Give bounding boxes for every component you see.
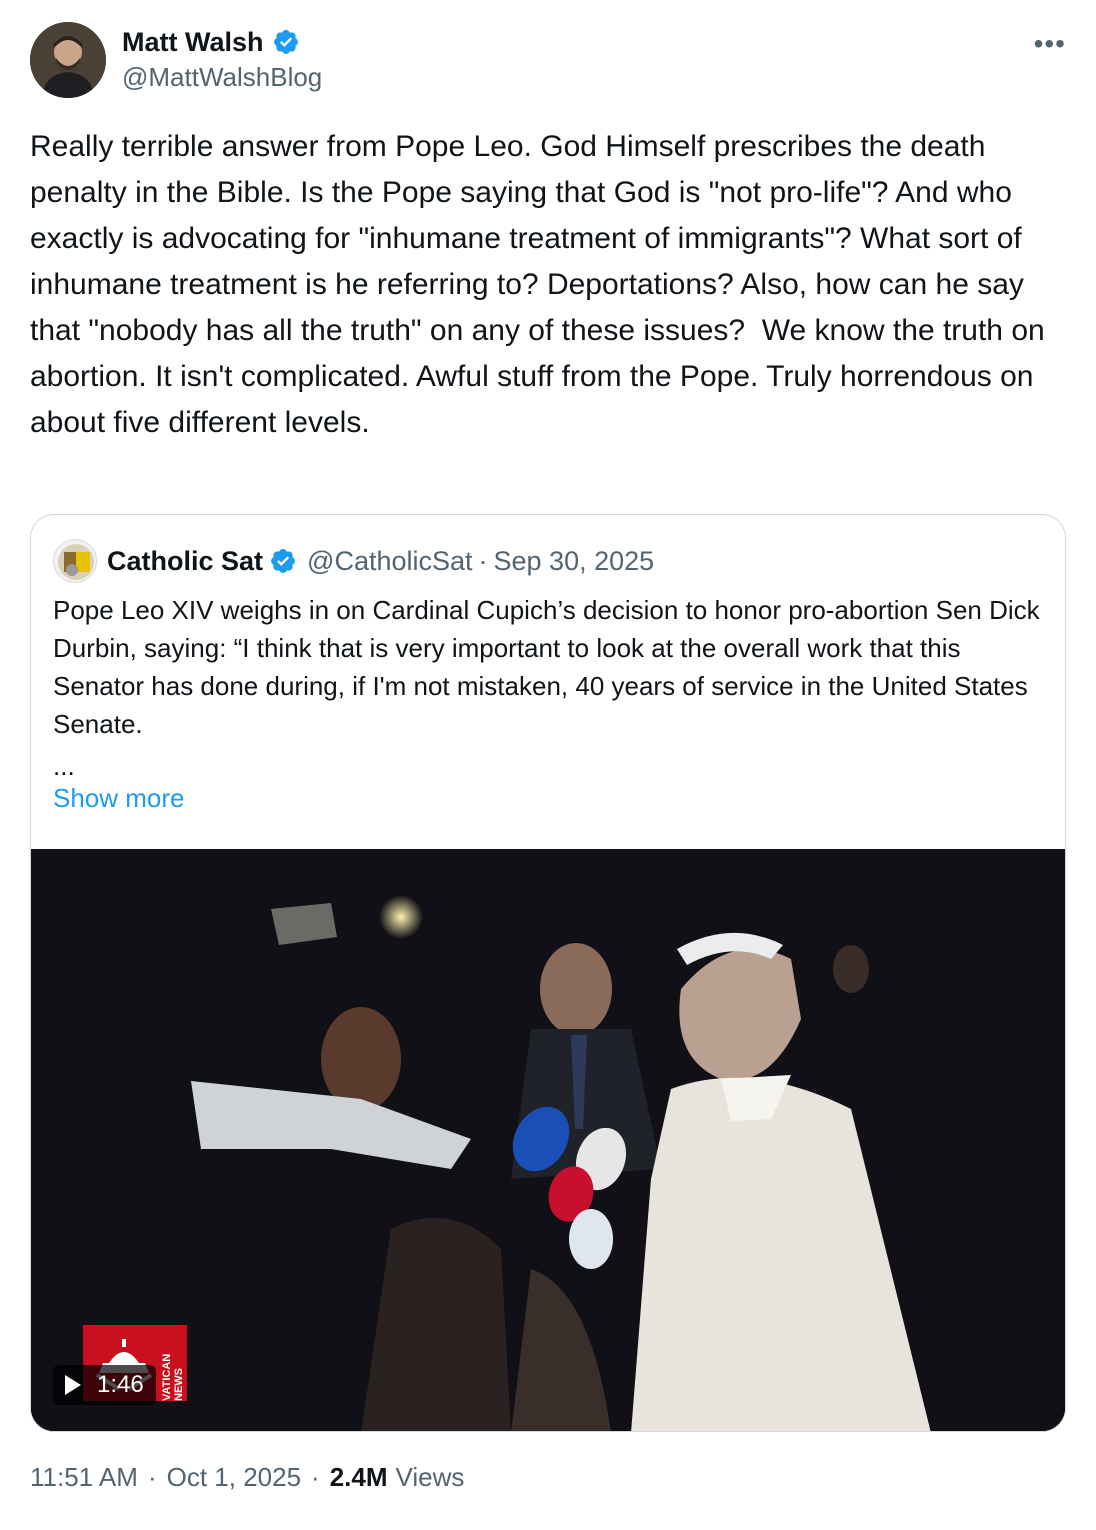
verified-badge-icon (271, 549, 295, 573)
quoted-ellipsis: ... (53, 751, 75, 781)
footer-separator: · (311, 1462, 320, 1492)
views-label: Views (395, 1462, 465, 1492)
author-names: Matt Walsh @MattWalshBlog (122, 24, 322, 93)
tweet-text: Really terrible answer from Pope Leo. Go… (30, 130, 1054, 439)
author-handle[interactable]: @MattWalshBlog (122, 62, 322, 93)
views-count: 2.4M (329, 1462, 388, 1492)
quoted-tweet-header: Catholic Sat @CatholicSat · Sep 30, 2025 (53, 539, 654, 583)
quoted-handle[interactable]: @CatholicSat (307, 546, 472, 577)
verified-badge-icon (273, 30, 298, 54)
tweet-date[interactable]: Oct 1, 2025 (167, 1462, 301, 1493)
author-display-name[interactable]: Matt Walsh (122, 27, 264, 58)
video-player[interactable]: VATICAN NEWS 1:46 (31, 849, 1065, 1431)
quoted-author-avatar (53, 539, 97, 583)
video-duration: 1:46 (97, 1371, 144, 1398)
quoted-date[interactable]: Sep 30, 2025 (494, 546, 655, 577)
more-horizontal-icon[interactable]: ••• (1034, 28, 1066, 60)
play-icon[interactable] (65, 1375, 81, 1395)
quoted-tweet[interactable]: Catholic Sat @CatholicSat · Sep 30, 2025… (30, 514, 1066, 1432)
tweet-time[interactable]: 11:51 AM (30, 1462, 138, 1493)
tweet-header: Matt Walsh @MattWalshBlog ••• (30, 22, 1070, 102)
author-avatar[interactable] (30, 22, 106, 98)
video-duration-badge[interactable]: 1:46 (53, 1365, 156, 1405)
quoted-tweet-text: Pope Leo XIV weighs in on Cardinal Cupic… (53, 595, 1047, 739)
tweet-footer: 11:51 AM · Oct 1, 2025 · 2.4M Views (30, 1462, 464, 1493)
quoted-separator: · (478, 545, 488, 576)
show-more-link[interactable]: Show more (53, 783, 185, 814)
vatican-news-watermark: VATICAN NEWS (161, 1353, 185, 1401)
footer-separator: · (147, 1462, 157, 1492)
quoted-display-name[interactable]: Catholic Sat (107, 546, 263, 577)
